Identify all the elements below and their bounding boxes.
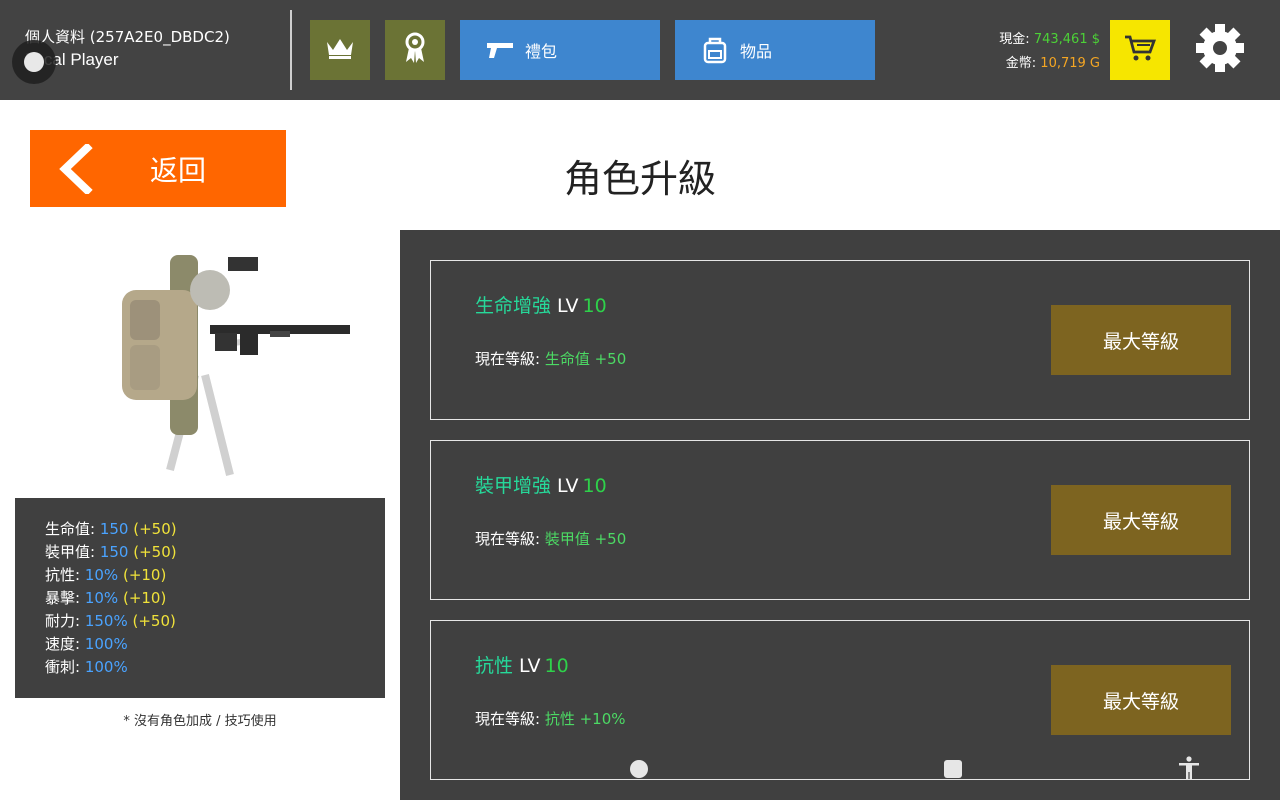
stat-label: 暴擊:: [45, 589, 81, 607]
stat-row-hp: 生命值: 150 (+50): [45, 518, 355, 541]
stat-value: 100%: [84, 635, 128, 653]
current-label: 現在等級:: [475, 350, 541, 368]
stats-footnote: * 沒有角色加成 / 技巧使用: [123, 714, 277, 729]
stat-row-speed: 速度: 100%: [45, 633, 355, 656]
stat-value: 10%: [84, 566, 119, 584]
stat-label: 耐力:: [45, 612, 81, 630]
profile-title[interactable]: 個人資料 (257A2E0_DBDC2): [25, 26, 230, 47]
stat-value: 10%: [84, 589, 119, 607]
cash-value: 743,461 $: [1033, 32, 1100, 47]
stat-label: 生命值:: [45, 520, 96, 538]
stat-label: 抗性:: [45, 566, 81, 584]
stat-row-armor: 裝甲值: 150 (+50): [45, 541, 355, 564]
upgrade-level: 10: [582, 295, 607, 317]
home-circle-icon[interactable]: [626, 756, 652, 782]
gear-icon: [1194, 22, 1246, 78]
stat-label: 衝刺:: [45, 658, 81, 676]
max-level-button[interactable]: 最大等級: [1051, 305, 1231, 375]
stats-panel: 生命值: 150 (+50) 裝甲值: 150 (+50) 抗性: 10% (+…: [15, 498, 385, 698]
max-level-button[interactable]: 最大等級: [1051, 665, 1231, 735]
stat-bonus: (+50): [132, 612, 176, 630]
upgrade-name: 抗性: [475, 655, 514, 677]
achievements-button[interactable]: [385, 20, 445, 80]
max-level-button[interactable]: 最大等級: [1051, 485, 1231, 555]
current-value: 裝甲值 +50: [544, 530, 627, 548]
stat-value: 150: [99, 543, 129, 561]
items-label: 物品: [740, 42, 773, 61]
stat-row-stamina: 耐力: 150% (+50): [45, 610, 355, 633]
gold-label: 金幣:: [1005, 56, 1037, 71]
upgrade-lv-label: LV: [557, 295, 579, 317]
gift-pack-label: 禮包: [525, 42, 558, 61]
upgrade-card-resistance: 抗性 LV 10 現在等級: 抗性 +10% 最大等級: [430, 620, 1250, 780]
shop-button[interactable]: [1110, 20, 1170, 80]
gold-value: 10,719 G: [1040, 56, 1100, 71]
character-model: [110, 245, 370, 485]
leaderboard-button[interactable]: [310, 20, 370, 80]
upgrade-list[interactable]: 生命增強 LV 10 現在等級: 生命值 +50 最大等級 裝甲增強 LV 10 現在等…: [400, 230, 1280, 800]
pistol-icon: [485, 35, 515, 65]
page-title: 角色升級: [563, 157, 716, 201]
upgrade-title: 裝甲增強 LV 10: [475, 471, 607, 498]
stat-row-sprint: 衝刺: 100%: [45, 656, 355, 679]
upgrade-lv-label: LV: [557, 475, 579, 497]
stat-row-crit: 暴擊: 10% (+10): [45, 587, 355, 610]
stat-bonus: (+10): [122, 566, 167, 584]
current-label: 現在等級:: [475, 530, 541, 548]
upgrade-level: 10: [582, 475, 607, 497]
stat-value: 100%: [84, 658, 128, 676]
stat-bonus: (+10): [122, 589, 167, 607]
upgrade-current: 現在等級: 生命值 +50: [475, 348, 626, 369]
current-value: 生命值 +50: [544, 350, 627, 368]
header-divider: [290, 10, 292, 90]
ribbon-icon: [403, 32, 427, 68]
accessibility-icon[interactable]: [1176, 756, 1202, 782]
upgrade-title: 抗性 LV 10: [475, 651, 569, 678]
current-value: 抗性 +10%: [544, 710, 626, 728]
settings-button[interactable]: [1190, 20, 1250, 80]
upgrade-current: 現在等級: 抗性 +10%: [475, 708, 626, 729]
upgrade-name: 生命增強: [475, 295, 552, 317]
stat-row-resistance: 抗性: 10% (+10): [45, 564, 355, 587]
backpack-icon: [700, 35, 730, 65]
stat-label: 速度:: [45, 635, 81, 653]
stat-value: 150%: [84, 612, 128, 630]
avatar[interactable]: [12, 40, 56, 84]
gold-display: 金幣: 10,719 G: [1006, 52, 1100, 71]
upgrade-card-armor: 裝甲增強 LV 10 現在等級: 裝甲值 +50 最大等級: [430, 440, 1250, 600]
recents-square-icon[interactable]: [940, 756, 966, 782]
cash-label: 現金:: [999, 32, 1030, 47]
stat-bonus: (+50): [133, 520, 177, 538]
items-button[interactable]: 物品: [675, 20, 875, 80]
upgrade-level: 10: [544, 655, 569, 677]
current-label: 現在等級:: [475, 710, 541, 728]
top-bar: 個人資料 (257A2E0_DBDC2) Local Player 禮包 物品 …: [0, 0, 1280, 100]
upgrade-title: 生命增強 LV 10: [475, 291, 607, 318]
cart-icon: [1124, 34, 1156, 66]
gift-pack-button[interactable]: 禮包: [460, 20, 660, 80]
stat-value: 150: [99, 520, 129, 538]
cash-display: 現金: 743,461 $: [999, 28, 1100, 47]
upgrade-current: 現在等級: 裝甲值 +50: [475, 528, 626, 549]
stat-label: 裝甲值:: [45, 543, 96, 561]
upgrade-card-hp: 生命增強 LV 10 現在等級: 生命值 +50 最大等級: [430, 260, 1250, 420]
stat-bonus: (+50): [133, 543, 177, 561]
upgrade-name: 裝甲增強: [475, 475, 552, 497]
crown-icon: [325, 36, 355, 64]
upgrade-lv-label: LV: [519, 655, 541, 677]
